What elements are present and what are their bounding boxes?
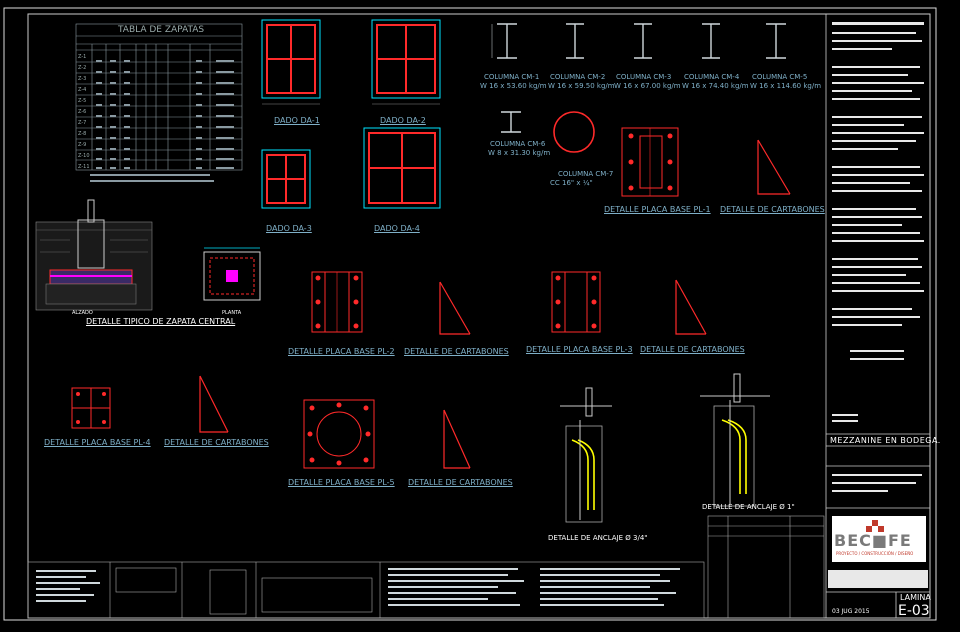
- detalle-anclaje-1-label: DETALLE DE ANCLAJE Ø 1": [702, 503, 795, 511]
- table-row-label: Z-3: [78, 76, 87, 82]
- detalle-anclaje-34-label: DETALLE DE ANCLAJE Ø 3/4": [548, 534, 648, 542]
- columna-cm-7: [553, 111, 595, 153]
- table-row-label: Z-6: [78, 109, 87, 115]
- detalle-placa-pl3-label: DETALLE PLACA BASE PL-3: [526, 345, 633, 354]
- detalle-zapata-central-label: DETALLE TIPICO DE ZAPATA CENTRAL: [86, 317, 236, 326]
- columna-cm-2-label: COLUMNA CM-2: [550, 73, 606, 81]
- table-row-label: Z-11: [78, 164, 90, 170]
- drawing-sheet: [3, 7, 937, 621]
- columna-cm-5-spec: W 16 x 114.60 kg/m: [750, 82, 822, 90]
- columna-cm-1: [491, 23, 517, 59]
- placa-base-pl-5: [303, 399, 375, 469]
- columna-cm-3-spec: W 16 x 67.00 kg/m: [614, 82, 681, 90]
- table-row-label: Z-2: [78, 65, 87, 71]
- revision-table: [707, 515, 825, 619]
- table-row-label: Z-9: [78, 142, 87, 148]
- zapata-central-planta: [203, 247, 261, 301]
- sheet-date: 03 JUG 2015: [832, 608, 870, 615]
- zapatas-table-rows: Z-1 Z-2 Z-3 Z-4 Z-5 Z-6 Z-7 Z-8 Z-9 Z-10…: [78, 54, 92, 175]
- detalle-cartabones-1-label: DETALLE DE CARTABONES: [720, 205, 825, 214]
- dado-da-3-label: DADO DA-3: [266, 224, 312, 233]
- columna-cm-6-label: COLUMNA CM-6: [490, 140, 546, 148]
- zapatas-table-cells: [90, 60, 234, 182]
- zapata-alzado-label: ALZADO: [72, 310, 93, 316]
- lamina-code: E-03: [898, 603, 930, 619]
- cartabones-2: [439, 281, 471, 335]
- columna-cm-4-label: COLUMNA CM-4: [684, 73, 740, 81]
- title-block-notes: [832, 22, 924, 492]
- table-row-label: Z-10: [78, 153, 90, 159]
- columna-cm-2-spec: W 16 x 59.50 kg/m: [548, 82, 615, 90]
- placa-base-pl-3: [551, 271, 601, 333]
- table-row-label: Z-7: [78, 120, 87, 126]
- dado-da-2: [371, 19, 441, 105]
- cartabones-4: [199, 375, 229, 433]
- dado-da-3: [261, 149, 311, 209]
- detalle-cartabones-2-label: DETALLE DE CARTABONES: [404, 347, 509, 356]
- cartabones-5: [443, 409, 471, 469]
- columna-cm-6: [501, 111, 521, 133]
- columna-cm-4-spec: W 16 x 74.40 kg/m: [682, 82, 749, 90]
- detalle-placa-pl4-label: DETALLE PLACA BASE PL-4: [44, 438, 151, 447]
- columna-cm-7-label: COLUMNA CM-7: [558, 170, 614, 178]
- placa-base-pl-4: [71, 387, 111, 429]
- detalle-placa-pl1-label: DETALLE PLACA BASE PL-1: [604, 205, 711, 214]
- drawing-frame: [27, 13, 931, 619]
- columna-cm-4: [702, 23, 720, 59]
- columna-cm-1-spec: W 16 x 53.60 kg/m: [480, 82, 547, 90]
- dado-da-1: [261, 19, 321, 105]
- detalle-cartabones-3-label: DETALLE DE CARTABONES: [640, 345, 745, 354]
- columna-cm-6-spec: W 8 x 31.30 kg/m: [488, 149, 551, 157]
- detalle-placa-pl2-label: DETALLE PLACA BASE PL-2: [288, 347, 395, 356]
- placa-base-pl-1: [621, 127, 679, 197]
- sheet-border: [3, 7, 937, 621]
- bottom-notes-text: [36, 568, 680, 606]
- table-row-label: Z-5: [78, 98, 87, 104]
- detalle-cartabones-5-label: DETALLE DE CARTABONES: [408, 478, 513, 487]
- dado-da-4-label: DADO DA-4: [374, 224, 420, 233]
- table-row-label: Z-4: [78, 87, 87, 93]
- columna-cm-5: [766, 23, 786, 59]
- project-title: MEZZANINE EN BODEGA.: [830, 436, 941, 445]
- table-row-label: Z-8: [78, 131, 87, 137]
- columna-cm-1-label: COLUMNA CM-1: [484, 73, 540, 81]
- columna-cm-7-spec: CC 16" x ¼": [550, 179, 593, 187]
- title-extra-strip: [828, 570, 928, 588]
- columna-cm-3: [634, 23, 652, 59]
- zapata-planta-label: PLANTA: [222, 310, 242, 316]
- logo-subtitle: PROYECTO / CONSTRUCCIÓN / DISEÑO: [836, 551, 914, 556]
- lamina-label: LAMINA: [900, 593, 931, 602]
- zapatas-table-title: TABLA DE ZAPATAS: [118, 25, 205, 35]
- anclaje-1: [700, 373, 770, 507]
- anclaje-3-4: [560, 387, 612, 523]
- dado-da-1-label: DADO DA-1: [274, 116, 320, 125]
- detalle-cartabones-4-label: DETALLE DE CARTABONES: [164, 438, 269, 447]
- columna-cm-5-label: COLUMNA CM-5: [752, 73, 808, 81]
- logo-name: BEC■FE: [834, 531, 912, 550]
- bottom-notes: [27, 561, 705, 619]
- dado-da-2-label: DADO DA-2: [380, 116, 426, 125]
- dado-da-4: [363, 127, 441, 209]
- table-row-label: Z-1: [78, 54, 87, 60]
- zapata-central-alzado: [35, 199, 153, 311]
- detalle-placa-pl5-label: DETALLE PLACA BASE PL-5: [288, 478, 395, 487]
- cartabones-3: [675, 279, 707, 335]
- placa-base-pl-2: [311, 271, 363, 333]
- columna-cm-3-label: COLUMNA CM-3: [616, 73, 672, 81]
- columna-cm-2: [566, 23, 584, 59]
- cartabones-1: [757, 139, 791, 195]
